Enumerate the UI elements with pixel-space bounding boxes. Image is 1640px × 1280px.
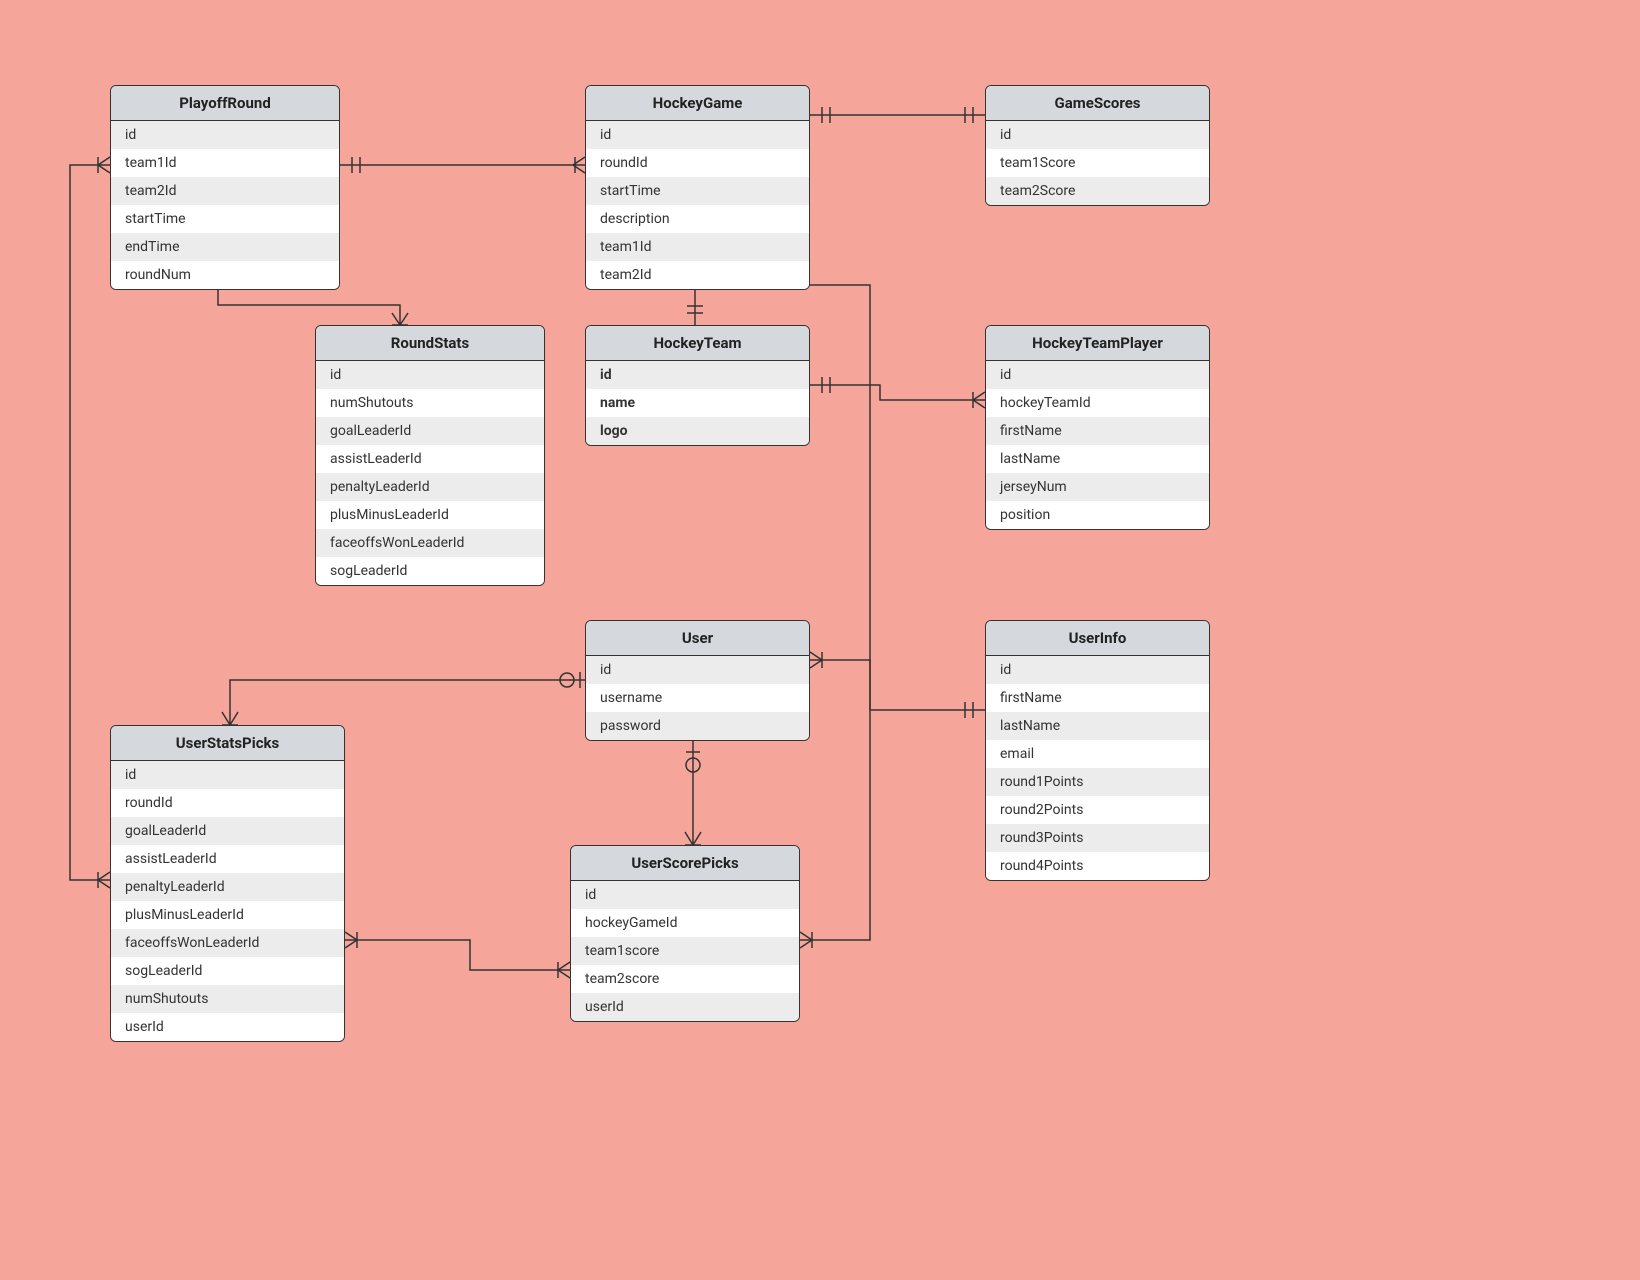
attr: goalLeaderId [316, 417, 544, 445]
entity-attrs: id roundId startTime description team1Id… [586, 121, 809, 289]
entity-header: RoundStats [316, 326, 544, 361]
attr: sogLeaderId [111, 957, 344, 985]
entity-game-scores[interactable]: GameScores id team1Score team2Score [985, 85, 1210, 206]
entity-playoff-round[interactable]: PlayoffRound id team1Id team2Id startTim… [110, 85, 340, 290]
entity-attrs: id roundId goalLeaderId assistLeaderId p… [111, 761, 344, 1041]
attr: assistLeaderId [111, 845, 344, 873]
attr: id [586, 361, 809, 389]
entity-user[interactable]: User id username password [585, 620, 810, 741]
attr: roundNum [111, 261, 339, 289]
entity-attrs: id hockeyTeamId firstName lastName jerse… [986, 361, 1209, 529]
entity-header: HockeyTeamPlayer [986, 326, 1209, 361]
attr: id [586, 656, 809, 684]
attr: plusMinusLeaderId [316, 501, 544, 529]
entity-header: PlayoffRound [111, 86, 339, 121]
entity-hockey-team-player[interactable]: HockeyTeamPlayer id hockeyTeamId firstNa… [985, 325, 1210, 530]
attr: numShutouts [316, 389, 544, 417]
entity-header: UserScorePicks [571, 846, 799, 881]
entity-header: UserInfo [986, 621, 1209, 656]
attr: firstName [986, 417, 1209, 445]
attr: team2Score [986, 177, 1209, 205]
attr: goalLeaderId [111, 817, 344, 845]
attr: round1Points [986, 768, 1209, 796]
entity-user-info[interactable]: UserInfo id firstName lastName email rou… [985, 620, 1210, 881]
attr: id [986, 361, 1209, 389]
attr: numShutouts [111, 985, 344, 1013]
entity-round-stats[interactable]: RoundStats id numShutouts goalLeaderId a… [315, 325, 545, 586]
attr: userId [571, 993, 799, 1021]
attr: id [111, 761, 344, 789]
attr: logo [586, 417, 809, 445]
attr: assistLeaderId [316, 445, 544, 473]
entity-attrs: id firstName lastName email round1Points… [986, 656, 1209, 880]
attr: team2score [571, 965, 799, 993]
attr: faceoffsWonLeaderId [111, 929, 344, 957]
attr: startTime [111, 205, 339, 233]
attr: username [586, 684, 809, 712]
attr: id [571, 881, 799, 909]
attr: round3Points [986, 824, 1209, 852]
attr: roundId [586, 149, 809, 177]
attr: description [586, 205, 809, 233]
attr: userId [111, 1013, 344, 1041]
attr: faceoffsWonLeaderId [316, 529, 544, 557]
attr: id [111, 121, 339, 149]
attr: endTime [111, 233, 339, 261]
attr: team1Id [111, 149, 339, 177]
entity-hockey-team[interactable]: HockeyTeam id name logo [585, 325, 810, 446]
entity-header: User [586, 621, 809, 656]
entity-header: HockeyGame [586, 86, 809, 121]
entity-user-score-picks[interactable]: UserScorePicks id hockeyGameId team1scor… [570, 845, 800, 1022]
attr: hockeyTeamId [986, 389, 1209, 417]
attr: team1Id [586, 233, 809, 261]
attr: id [986, 656, 1209, 684]
attr: sogLeaderId [316, 557, 544, 585]
attr: team2Id [111, 177, 339, 205]
entity-attrs: id hockeyGameId team1score team2score us… [571, 881, 799, 1021]
attr: position [986, 501, 1209, 529]
attr: password [586, 712, 809, 740]
attr: name [586, 389, 809, 417]
attr: team2Id [586, 261, 809, 289]
attr: lastName [986, 712, 1209, 740]
attr: startTime [586, 177, 809, 205]
attr: jerseyNum [986, 473, 1209, 501]
entity-header: HockeyTeam [586, 326, 809, 361]
attr: round2Points [986, 796, 1209, 824]
attr: team1score [571, 937, 799, 965]
attr: id [316, 361, 544, 389]
entity-attrs: id username password [586, 656, 809, 740]
attr: penaltyLeaderId [111, 873, 344, 901]
attr: team1Score [986, 149, 1209, 177]
attr: hockeyGameId [571, 909, 799, 937]
entity-attrs: id team1Id team2Id startTime endTime rou… [111, 121, 339, 289]
attr: roundId [111, 789, 344, 817]
attr: lastName [986, 445, 1209, 473]
attr: penaltyLeaderId [316, 473, 544, 501]
attr: email [986, 740, 1209, 768]
entity-hockey-game[interactable]: HockeyGame id roundId startTime descript… [585, 85, 810, 290]
entity-user-stats-picks[interactable]: UserStatsPicks id roundId goalLeaderId a… [110, 725, 345, 1042]
attr: firstName [986, 684, 1209, 712]
entity-attrs: id team1Score team2Score [986, 121, 1209, 205]
entity-attrs: id name logo [586, 361, 809, 445]
entity-header: UserStatsPicks [111, 726, 344, 761]
attr: id [986, 121, 1209, 149]
attr: plusMinusLeaderId [111, 901, 344, 929]
attr: round4Points [986, 852, 1209, 880]
entity-attrs: id numShutouts goalLeaderId assistLeader… [316, 361, 544, 585]
attr: id [586, 121, 809, 149]
entity-header: GameScores [986, 86, 1209, 121]
